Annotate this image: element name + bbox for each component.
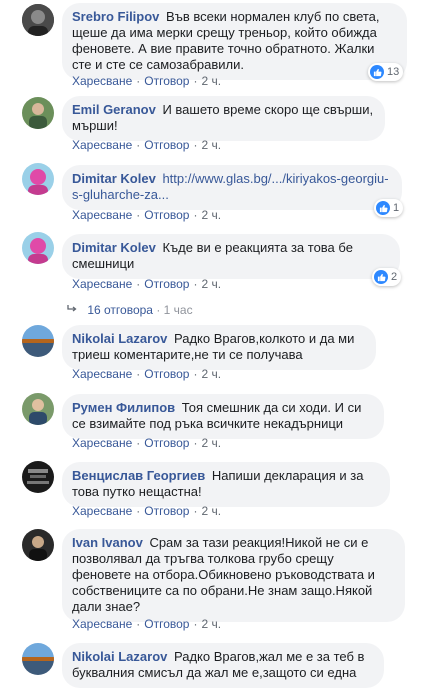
comment-bubble: Srebro Filipov Във всеки нормален клуб п… <box>62 3 407 80</box>
comment-actions: Харесване · Отговор · 2 ч. <box>72 74 222 88</box>
avatar[interactable] <box>22 4 54 36</box>
like-link[interactable]: Харесване <box>72 138 132 152</box>
comment-actions: Харесване · Отговор · 2 ч. <box>72 277 222 291</box>
comment-author[interactable]: Nikolai Lazarov <box>72 331 167 346</box>
replies-time: 1 час <box>163 303 193 317</box>
avatar[interactable] <box>22 461 54 493</box>
comment-author[interactable]: Dimitar Kolev <box>72 240 156 255</box>
like-link[interactable]: Харесване <box>72 436 132 450</box>
reply-link[interactable]: Отговор <box>144 504 189 518</box>
reply-link[interactable]: Отговор <box>144 208 189 222</box>
comment-bubble: Ivan Ivanov Срам за тази реакция!Никой н… <box>62 529 405 622</box>
reply-link[interactable]: Отговор <box>144 617 189 631</box>
comment-actions: Харесване · Отговор · 2 ч. <box>72 436 222 450</box>
comment-author[interactable]: Emil Geranov <box>72 102 156 117</box>
comment-actions: Харесване · Отговор · 2 ч. <box>72 208 222 222</box>
timestamp[interactable]: 2 ч. <box>201 277 221 291</box>
avatar[interactable] <box>22 393 54 425</box>
comment-actions: Харесване · Отговор · 2 ч. <box>72 138 222 152</box>
like-link[interactable]: Харесване <box>72 74 132 88</box>
comment-author[interactable]: Srebro Filipov <box>72 9 159 24</box>
reaction-count[interactable]: 13 <box>368 63 404 81</box>
timestamp[interactable]: 2 ч. <box>201 436 221 450</box>
timestamp[interactable]: 2 ч. <box>201 367 221 381</box>
avatar[interactable] <box>22 643 54 675</box>
avatar[interactable] <box>22 97 54 129</box>
comment-author[interactable]: Dimitar Kolev <box>72 171 156 186</box>
reaction-number: 13 <box>387 66 400 78</box>
like-link[interactable]: Харесване <box>72 617 132 631</box>
comment-actions: Харесване · Отговор · 2 ч. <box>72 504 222 518</box>
thumbs-up-icon <box>376 201 390 215</box>
timestamp[interactable]: 2 ч. <box>201 74 221 88</box>
timestamp[interactable]: 2 ч. <box>201 504 221 518</box>
like-link[interactable]: Харесване <box>72 504 132 518</box>
comment-bubble: Венциcлав Георгиев Напиши декларация и з… <box>62 462 390 507</box>
comment-bubble: Nikolai Lazarov Радко Врагов,жал ме е за… <box>62 643 384 688</box>
replies-count[interactable]: 16 отговора <box>87 303 153 317</box>
reply-arrow-icon <box>66 303 78 317</box>
thumbs-up-icon <box>370 65 384 79</box>
reply-link[interactable]: Отговор <box>144 367 189 381</box>
thumbs-up-icon <box>374 270 388 284</box>
like-link[interactable]: Харесване <box>72 208 132 222</box>
reply-link[interactable]: Отговор <box>144 436 189 450</box>
timestamp[interactable]: 2 ч. <box>201 208 221 222</box>
comment-bubble: Румен Филипов Тоя смешник да си ходи. И … <box>62 394 384 439</box>
comment-author[interactable]: Ivan Ivanov <box>72 535 143 550</box>
reply-link[interactable]: Отговор <box>144 277 189 291</box>
comment-bubble: Dimitar Kolev http://www.glas.bg/.../kir… <box>62 165 402 210</box>
like-link[interactable]: Харесване <box>72 367 132 381</box>
like-link[interactable]: Харесване <box>72 277 132 291</box>
comment-actions: Харесване · Отговор · 2 ч. <box>72 617 222 631</box>
comment-bubble: Nikolai Lazarov Радко Врагов,колкото и д… <box>62 325 376 370</box>
timestamp[interactable]: 2 ч. <box>201 617 221 631</box>
reaction-count[interactable]: 2 <box>372 268 402 286</box>
timestamp[interactable]: 2 ч. <box>201 138 221 152</box>
reaction-count[interactable]: 1 <box>374 199 404 217</box>
avatar[interactable] <box>22 163 54 195</box>
avatar[interactable] <box>22 529 54 561</box>
comment-actions: Харесване · Отговор · 2 ч. <box>72 367 222 381</box>
reply-link[interactable]: Отговор <box>144 74 189 88</box>
reaction-number: 1 <box>393 202 400 214</box>
comment-author[interactable]: Румен Филипов <box>72 400 175 415</box>
reply-link[interactable]: Отговор <box>144 138 189 152</box>
comment-bubble: Emil Geranov И вашето време скоро ще свъ… <box>62 96 385 141</box>
comment-bubble: Dimitar Kolev Къде ви е реакцията за тов… <box>62 234 400 279</box>
avatar[interactable] <box>22 325 54 357</box>
comment-author[interactable]: Nikolai Lazarov <box>72 649 167 664</box>
view-replies-link[interactable]: 16 отговора · 1 час <box>66 303 193 317</box>
avatar[interactable] <box>22 232 54 264</box>
reaction-number: 2 <box>391 271 398 283</box>
comment-author[interactable]: Венциcлав Георгиев <box>72 468 205 483</box>
